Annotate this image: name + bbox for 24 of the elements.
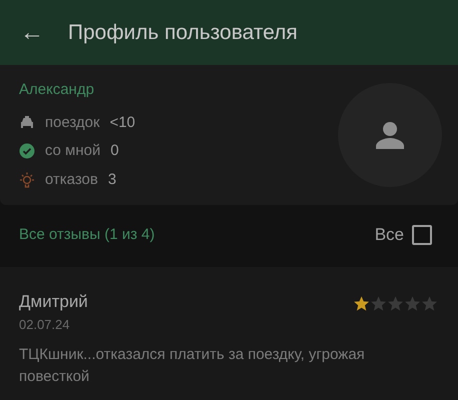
stat-label: отказов — [45, 170, 98, 190]
star-icon — [421, 295, 438, 312]
review-date: 02.07.24 — [19, 316, 71, 334]
user-name: Александр — [19, 80, 96, 100]
back-button[interactable]: ← — [20, 20, 44, 44]
reviews-title: Все отзывы (1 из 4) — [19, 224, 155, 245]
person-icon — [375, 121, 405, 149]
lightbulb-icon — [19, 172, 35, 188]
review-text: ТЦКшник...отказался платить за поездку, угрожая повесткой — [19, 345, 366, 387]
stat-label: поездок — [45, 112, 100, 132]
stat-value: 3 — [108, 170, 116, 190]
all-checkbox[interactable] — [412, 225, 432, 245]
star-icon — [387, 295, 404, 312]
stat-label: со мной — [45, 141, 100, 161]
star-icon — [353, 295, 370, 312]
star-icon — [404, 295, 421, 312]
screen-title: Профиль пользователя — [68, 20, 298, 46]
check-circle-icon — [19, 143, 35, 160]
filter-label: Все — [374, 224, 404, 246]
stat-value: 0 — [110, 141, 119, 161]
car-icon — [19, 114, 35, 131]
star-icon — [370, 295, 387, 312]
stat-value: <10 — [110, 112, 136, 132]
review-author: Дмитрий — [19, 291, 88, 313]
